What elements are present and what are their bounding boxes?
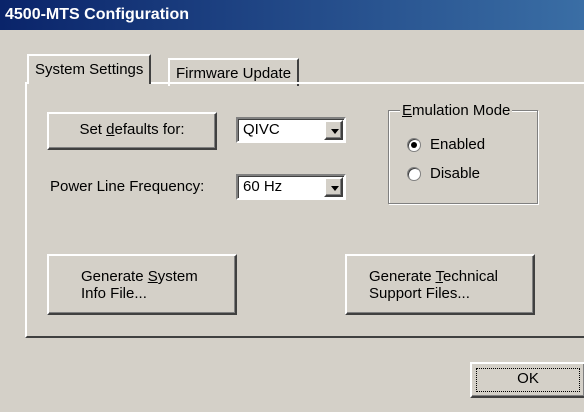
defaults-dropdown[interactable]: QIVC — [236, 117, 346, 143]
emulation-group-title: Emulation Mode — [400, 102, 513, 119]
generate-support-files-button[interactable]: Generate Technical Support Files... — [345, 254, 535, 315]
power-frequency-label: Power Line Frequency: — [50, 178, 205, 195]
radio-disable[interactable] — [407, 167, 421, 181]
window-title: 4500-MTS Configuration — [0, 0, 584, 30]
config-window: 4500-MTS Configuration System Settings F… — [0, 0, 584, 412]
ok-button[interactable]: OK — [470, 362, 584, 398]
power-frequency-dropdown[interactable]: 60 Hz — [236, 174, 346, 200]
focus-rect — [476, 368, 580, 392]
set-defaults-label: Set defaults for: — [79, 121, 185, 138]
set-defaults-button[interactable]: Set defaults for: — [47, 112, 217, 150]
power-frequency-value: 60 Hz — [243, 178, 283, 195]
emulation-group — [388, 110, 538, 204]
support-files-line2: Support Files... — [369, 285, 470, 302]
radio-disable-label[interactable]: Disable — [430, 165, 480, 182]
radio-dot — [411, 142, 417, 148]
defaults-value: QIVC — [243, 121, 280, 138]
radio-enabled[interactable] — [407, 138, 421, 152]
chevron-down-icon[interactable] — [324, 120, 343, 140]
chevron-down-icon[interactable] — [324, 177, 343, 197]
support-files-line1: Generate Technical — [369, 268, 498, 285]
tab-system-settings[interactable]: System Settings — [27, 54, 152, 84]
system-info-line2: Info File... — [81, 285, 147, 302]
generate-system-info-button[interactable]: Generate System Info File... — [47, 254, 237, 315]
radio-enabled-label[interactable]: Enabled — [430, 136, 485, 153]
system-info-line1: Generate System — [81, 268, 198, 285]
